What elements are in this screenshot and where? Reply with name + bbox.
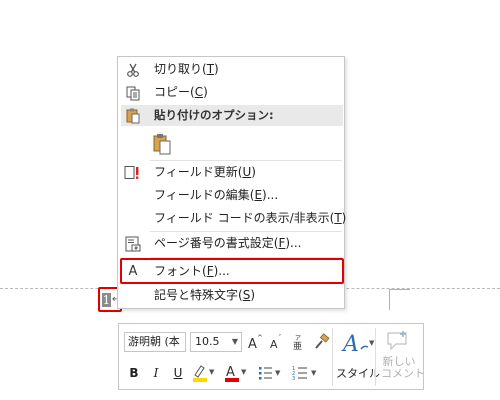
numbering-icon[interactable]: 1 2 3 ▼	[291, 363, 321, 383]
svg-text:3: 3	[292, 376, 295, 382]
format-painter-icon[interactable]	[313, 333, 331, 351]
keep-text-only-paste-icon[interactable]	[152, 133, 172, 155]
text-boundary-corner	[389, 289, 410, 310]
svg-text:▼: ▼	[275, 369, 281, 377]
italic-button[interactable]: I	[149, 365, 163, 381]
mini-toolbar: 游明朝 (本 10.5 ▼ A ^ Aˇ ア亜 B I U ▼ A ▼ ▼ 1 …	[118, 323, 425, 390]
menu-item-copy[interactable]: コピー(C)	[118, 81, 344, 104]
svg-text:▼: ▼	[241, 368, 247, 376]
chevron-down-icon: ▼	[231, 337, 238, 346]
svg-text:A: A	[341, 332, 359, 357]
clipboard-icon	[125, 107, 141, 131]
phonetic-guide-icon[interactable]: ア亜	[291, 333, 307, 351]
selected-page-number[interactable]: 1	[102, 293, 111, 307]
menu-item-symbol[interactable]: 記号と特殊文字(S)	[118, 284, 344, 307]
paste-options-header: 貼り付けのオプション:	[121, 105, 343, 126]
svg-text:#: #	[134, 246, 138, 252]
copy-icon	[124, 84, 142, 101]
new-comment-label: 新しい コメント	[381, 355, 425, 380]
grow-font-icon[interactable]: A ^	[247, 333, 263, 351]
new-comment-icon	[385, 330, 411, 352]
scissors-icon	[124, 61, 142, 78]
svg-text:ˇ: ˇ	[278, 334, 282, 342]
svg-text:A: A	[248, 337, 257, 351]
bold-button[interactable]: B	[127, 365, 141, 381]
font-item-highlight-box	[120, 258, 344, 284]
highlight-color-icon[interactable]: ▼	[191, 363, 217, 383]
svg-text:A: A	[270, 338, 278, 351]
shrink-font-icon[interactable]: Aˇ	[269, 333, 285, 351]
page-number-format-icon: #	[124, 235, 142, 252]
menu-item-toggle-field-codes[interactable]: フィールド コードの表示/非表示(T)	[118, 207, 346, 230]
underline-button[interactable]: U	[171, 365, 185, 381]
styles-icon[interactable]: A ▼	[339, 329, 379, 357]
menu-item-cut[interactable]: 切り取り(T)	[118, 58, 344, 81]
menu-item-update-field[interactable]: フィールド更新(U)	[118, 161, 344, 184]
font-name-combobox[interactable]: 游明朝 (本	[124, 332, 186, 352]
svg-text:▼: ▼	[311, 369, 317, 377]
context-menu: 切り取り(T) コピー(C) 貼り付けのオプション: フィールド更新(U) フィ…	[117, 56, 346, 309]
svg-text:^: ^	[257, 334, 263, 342]
svg-text:ア: ア	[295, 335, 301, 342]
font-color-icon[interactable]: A ▼	[223, 363, 249, 383]
svg-text:A: A	[226, 365, 235, 380]
update-field-icon	[124, 164, 142, 181]
menu-item-edit-field[interactable]: フィールドの編集(E)...	[118, 184, 344, 207]
font-size-combobox[interactable]: 10.5 ▼	[190, 332, 242, 352]
svg-text:▼: ▼	[209, 368, 215, 376]
svg-text:亜: 亜	[293, 341, 302, 351]
bullets-icon[interactable]: ▼	[257, 363, 285, 383]
styles-label[interactable]: スタイル	[336, 365, 380, 381]
menu-item-format-page-numbers[interactable]: # ページ番号の書式設定(F)...	[118, 232, 344, 255]
